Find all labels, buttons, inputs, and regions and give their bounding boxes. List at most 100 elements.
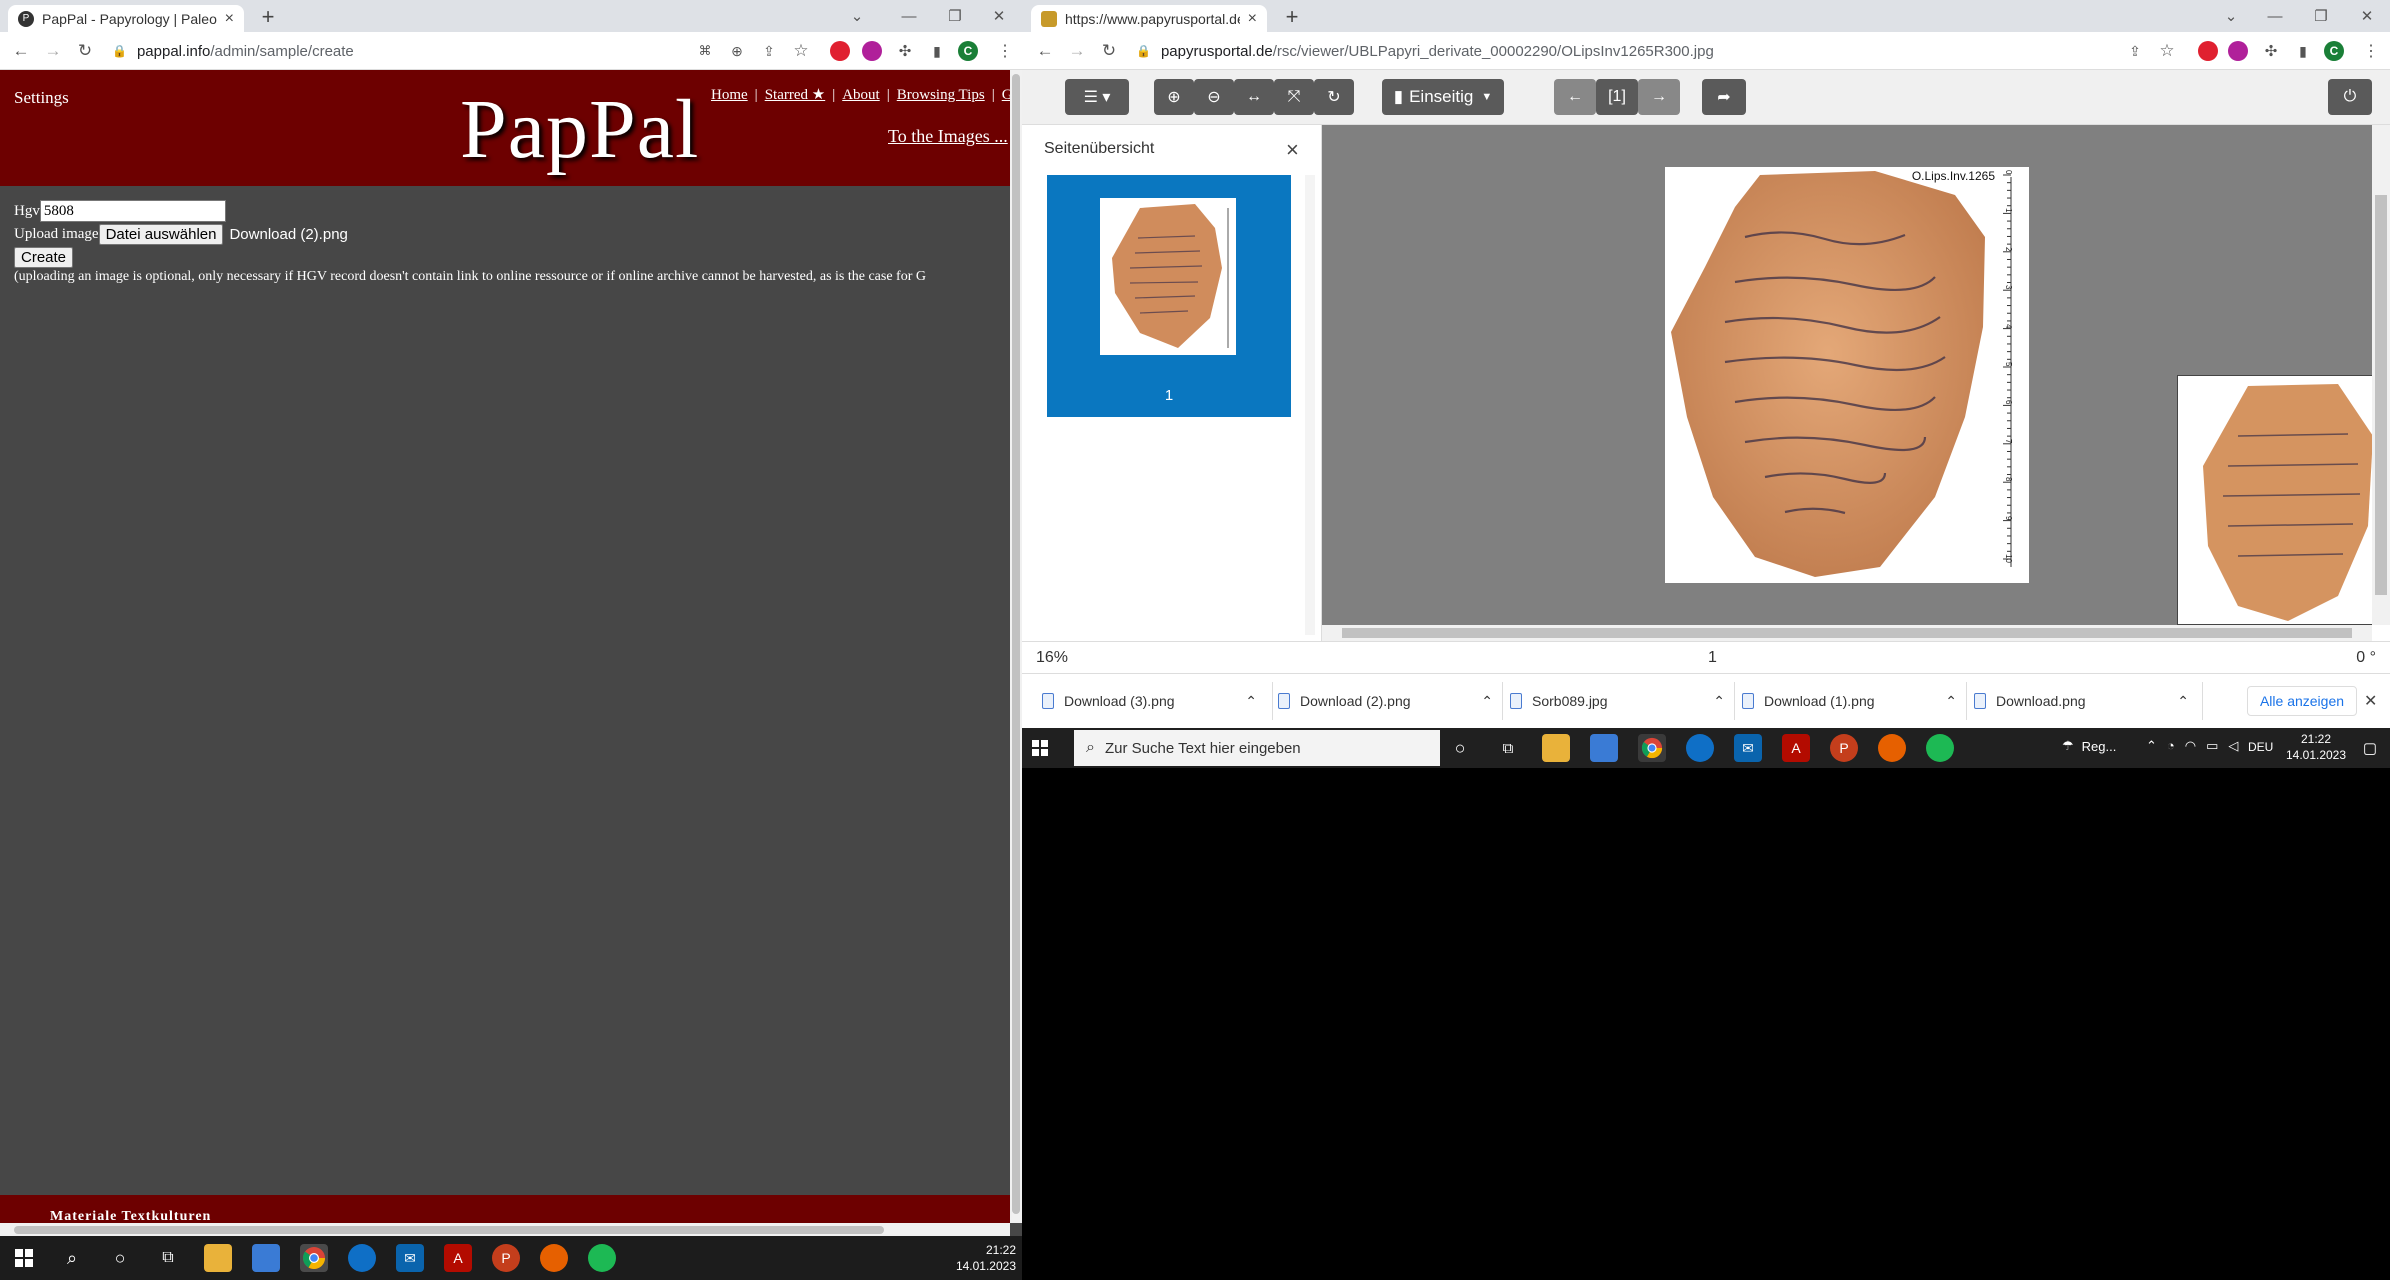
side-panel-icon[interactable]: ▮ — [926, 40, 948, 62]
canvas-horizontal-scrollbar[interactable] — [1322, 625, 2372, 641]
menu-kebab-icon[interactable]: ⋮ — [2360, 40, 2382, 62]
page-thumbnail-card[interactable]: 1 — [1047, 175, 1291, 417]
canvas-hscroll-thumb[interactable] — [1342, 628, 2352, 638]
sidebar-scrollbar[interactable] — [1305, 175, 1315, 635]
close-downloads-icon[interactable]: ✕ — [2364, 691, 2377, 711]
acrobat-icon[interactable]: A — [444, 1244, 472, 1272]
left-clock[interactable]: 21:22 14.01.2023 — [950, 1242, 1016, 1274]
choose-file-button[interactable]: Datei auswählen — [98, 223, 224, 245]
firefox-icon[interactable] — [540, 1244, 568, 1272]
translate-icon[interactable]: ⌘ — [694, 40, 716, 62]
share-icon[interactable]: ⇪ — [758, 40, 780, 62]
hgv-input[interactable]: 5808 — [39, 200, 226, 222]
zoom-out-button[interactable]: ⊖ — [1194, 79, 1234, 115]
windows-start-icon[interactable] — [10, 1244, 38, 1272]
chrome-icon[interactable] — [1638, 734, 1666, 762]
close-viewer-button[interactable]: ⏻ — [2328, 79, 2372, 115]
reload-icon[interactable]: ↻ — [1098, 40, 1120, 62]
chevron-up-icon[interactable]: ⌃ — [1481, 693, 1493, 710]
extensions-puzzle-icon[interactable]: ✣ — [2260, 40, 2282, 62]
fit-page-button[interactable]: ⤧ — [1274, 79, 1314, 115]
edge-icon[interactable] — [348, 1244, 376, 1272]
side-panel-icon[interactable]: ▮ — [2292, 40, 2314, 62]
nav-browsing-tips[interactable]: Browsing Tips — [897, 87, 985, 103]
previous-page-button[interactable]: ← — [1554, 79, 1596, 115]
minimize-button[interactable]: — — [2252, 0, 2298, 32]
cortana-icon[interactable]: ○ — [106, 1244, 134, 1272]
close-window-button[interactable]: ✕ — [976, 0, 1022, 32]
extension-icon-2[interactable] — [862, 41, 882, 61]
share-icon[interactable]: ⇪ — [2124, 40, 2146, 62]
file-explorer-icon[interactable] — [204, 1244, 232, 1272]
tab-pappal[interactable]: P PapPal - Papyrology | Paleograph × — [8, 5, 244, 32]
restore-button[interactable]: ❐ — [932, 0, 978, 32]
forward-arrow-icon[interactable]: → — [42, 40, 64, 62]
navigator-overview[interactable] — [2177, 375, 2390, 625]
spotify-icon[interactable] — [588, 1244, 616, 1272]
notifications-icon[interactable]: ▢ — [2356, 734, 2384, 762]
bookmark-star-icon[interactable]: ☆ — [790, 40, 812, 62]
extensions-puzzle-icon[interactable]: ✣ — [894, 40, 916, 62]
task-view-icon[interactable]: ⧉ — [154, 1244, 182, 1272]
vertical-scroll-thumb[interactable] — [1012, 74, 1020, 1214]
canvas-vscroll-thumb[interactable] — [2375, 195, 2387, 595]
nav-starred[interactable]: Starred ★ — [765, 87, 826, 103]
new-tab-button[interactable]: + — [256, 4, 280, 30]
mail-icon[interactable]: ✉ — [1734, 734, 1762, 762]
windows-start-icon[interactable] — [1026, 734, 1054, 762]
back-arrow-icon[interactable]: ← — [10, 40, 32, 62]
mail-icon[interactable]: ✉ — [396, 1244, 424, 1272]
network-icon[interactable]: ◔ — [2167, 738, 2175, 754]
nav-about[interactable]: About — [842, 87, 880, 103]
clock[interactable]: 21:22 14.01.2023 — [2284, 731, 2348, 763]
download-item[interactable]: Download (3).png ⌃ — [1042, 684, 1257, 718]
canvas-vertical-scrollbar[interactable] — [2372, 125, 2390, 625]
nav-home[interactable]: Home — [711, 87, 748, 103]
download-item[interactable]: Download (1).png ⌃ — [1742, 684, 1957, 718]
spotify-icon[interactable] — [1926, 734, 1954, 762]
profile-avatar[interactable]: C — [958, 41, 978, 61]
create-button[interactable]: Create — [14, 246, 74, 268]
minimize-button[interactable]: — — [886, 0, 932, 32]
wifi-icon[interactable]: ◠ — [2185, 738, 2196, 754]
volume-icon[interactable]: ◁ — [2228, 738, 2238, 754]
download-item[interactable]: Download.png ⌃ — [1974, 684, 2189, 718]
chevron-up-icon[interactable]: ⌃ — [1945, 693, 1957, 710]
powerpoint-icon[interactable]: P — [492, 1244, 520, 1272]
extension-icon-2[interactable] — [2228, 41, 2248, 61]
chevron-up-icon[interactable]: ⌃ — [2146, 738, 2157, 754]
page-indicator[interactable]: [1] — [1596, 79, 1638, 115]
image-canvas[interactable]: O.Lips.Inv.1265 0 1 2 3 4 5 6 7 8 9 10 — [1322, 125, 2390, 641]
tab-search-caret-icon[interactable]: ⌄ — [842, 0, 872, 32]
viewer-menu-button[interactable]: ☰ ▾ — [1065, 79, 1129, 115]
tab-search-caret-icon[interactable]: ⌄ — [2216, 0, 2246, 32]
close-tab-icon[interactable]: × — [1248, 10, 1257, 28]
taskbar-search-box[interactable]: ⌕ Zur Suche Text hier eingeben — [1074, 730, 1440, 766]
store-icon[interactable] — [252, 1244, 280, 1272]
download-item[interactable]: Download (2).png ⌃ — [1278, 684, 1493, 718]
pappal-logo[interactable]: PapPal — [460, 70, 699, 190]
next-page-button[interactable]: → — [1638, 79, 1680, 115]
restore-button[interactable]: ❐ — [2298, 0, 2344, 32]
view-mode-dropdown[interactable]: ▮ Einseitig ▼ — [1382, 79, 1504, 115]
download-item[interactable]: Sorb089.jpg ⌃ — [1510, 684, 1725, 718]
forward-arrow-icon[interactable]: → — [1066, 40, 1088, 62]
menu-kebab-icon[interactable]: ⋮ — [994, 40, 1016, 62]
store-icon[interactable] — [1590, 734, 1618, 762]
firefox-icon[interactable] — [1878, 734, 1906, 762]
close-tab-icon[interactable]: × — [225, 10, 234, 28]
rotate-button[interactable]: ↻ — [1314, 79, 1354, 115]
cortana-icon[interactable]: ○ — [1446, 734, 1474, 762]
new-tab-button[interactable]: + — [1280, 4, 1304, 30]
task-view-icon[interactable]: ⧉ — [1494, 734, 1522, 762]
battery-icon[interactable]: ▭ — [2206, 738, 2218, 754]
extension-icon-1[interactable] — [2198, 41, 2218, 61]
horizontal-scroll-thumb[interactable] — [14, 1226, 884, 1234]
reload-icon[interactable]: ↻ — [74, 40, 96, 62]
chevron-up-icon[interactable]: ⌃ — [1713, 693, 1725, 710]
horizontal-scrollbar[interactable] — [0, 1223, 1010, 1236]
zoom-icon[interactable]: ⊕ — [726, 40, 748, 62]
extension-icon-1[interactable] — [830, 41, 850, 61]
edge-icon[interactable] — [1686, 734, 1714, 762]
bookmark-star-icon[interactable]: ☆ — [2156, 40, 2178, 62]
